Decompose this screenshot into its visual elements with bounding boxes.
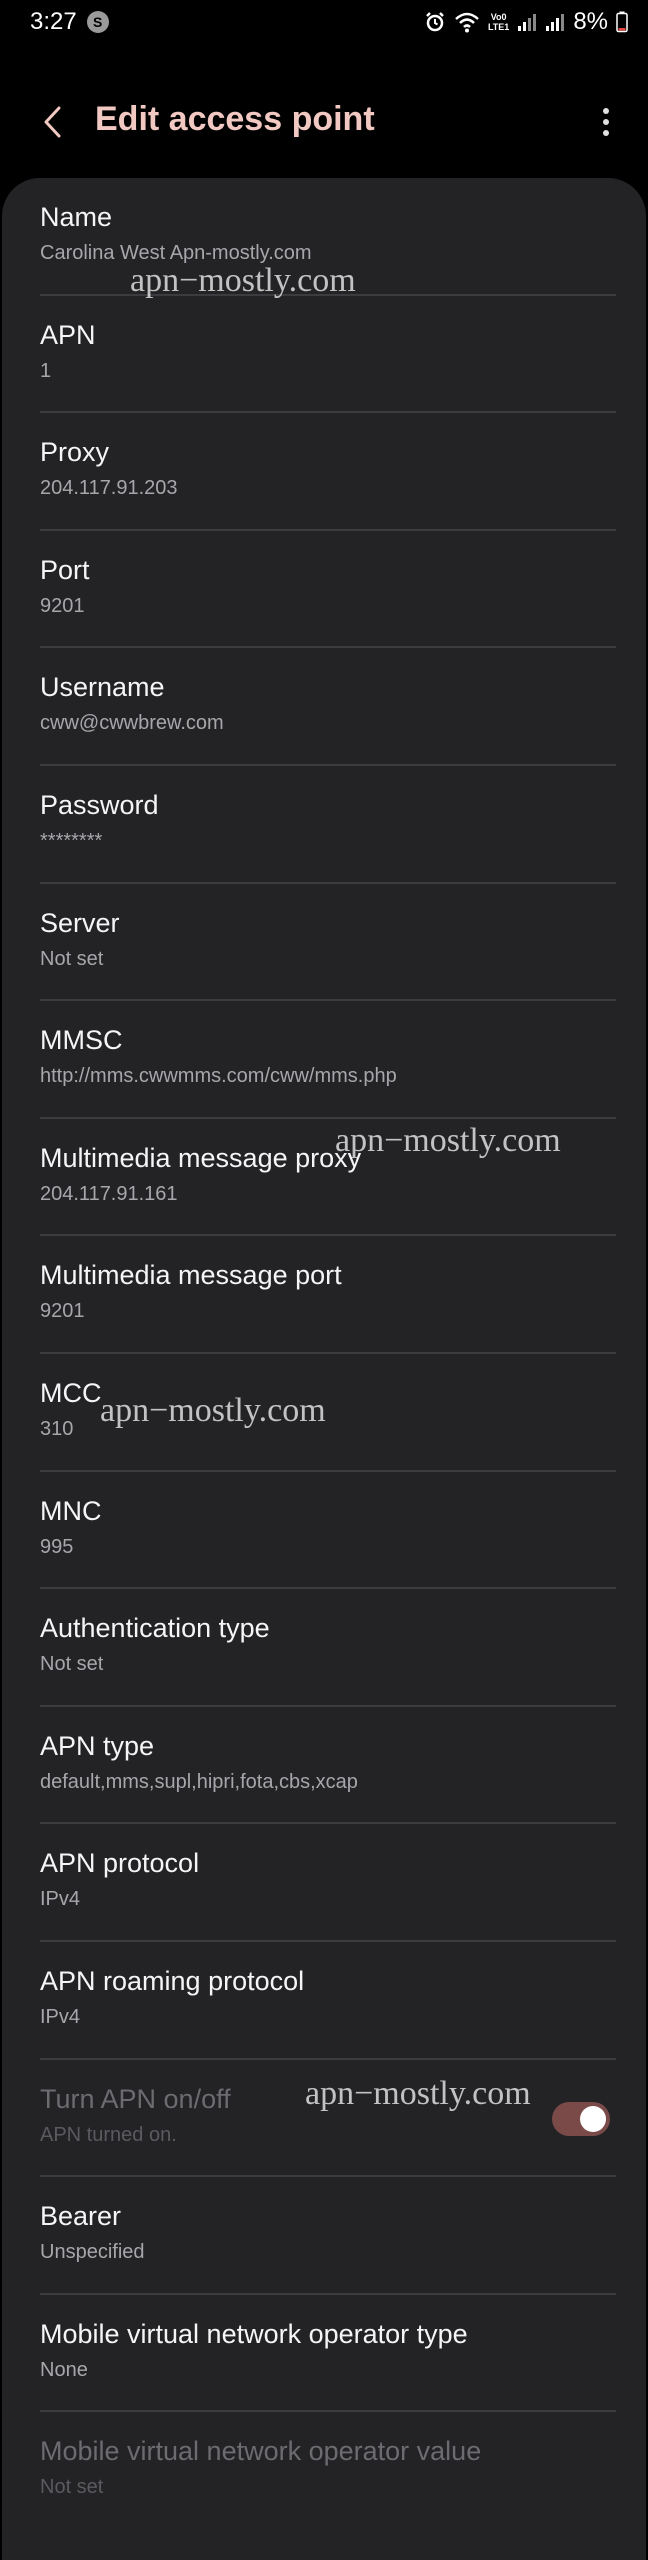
- setting-mms-port[interactable]: Multimedia message port 9201: [40, 1236, 616, 1354]
- setting-server[interactable]: Server Not set: [40, 884, 616, 1002]
- status-right: Vo0 LTE1 8%: [424, 8, 628, 36]
- setting-username[interactable]: Username cww@cwwbrew.com: [40, 648, 616, 766]
- setting-title: Turn APN on/off: [40, 2083, 231, 2114]
- signal-icon: [545, 12, 565, 32]
- setting-proxy[interactable]: Proxy 204.117.91.203: [40, 413, 616, 531]
- status-left: 3:27 S: [30, 8, 109, 36]
- signal-icon: [517, 12, 537, 32]
- setting-mvno-type[interactable]: Mobile virtual network operator type Non…: [40, 2295, 616, 2413]
- setting-value: Not set: [40, 1653, 104, 1676]
- setting-mvno-value[interactable]: Mobile virtual network operator value No…: [40, 2412, 616, 2530]
- setting-title: Multimedia message port: [40, 1260, 342, 1291]
- setting-mcc[interactable]: MCC 310: [40, 1354, 616, 1472]
- setting-title: Authentication type: [40, 1613, 270, 1644]
- setting-value: ********: [40, 830, 103, 852]
- setting-value: IPv4: [40, 2006, 81, 2028]
- setting-title: APN: [40, 319, 96, 350]
- setting-value: Carolina West Apn-mostly.com: [40, 242, 312, 264]
- setting-mmsc[interactable]: MMSC http://mms.cwwmms.com/cww/mms.php: [40, 1001, 616, 1119]
- apn-toggle-switch[interactable]: [552, 2101, 610, 2136]
- setting-title: Server: [40, 907, 120, 938]
- setting-value: APN turned on.: [40, 2123, 177, 2146]
- setting-title: MNC: [40, 1495, 102, 1526]
- setting-apn-type[interactable]: APN type default,mms,supl,hipri,fota,cbs…: [40, 1707, 616, 1825]
- page-title: Edit access point: [95, 100, 375, 138]
- setting-title: Name: [40, 202, 113, 232]
- setting-value: 204.117.91.203: [40, 477, 178, 500]
- back-button[interactable]: [30, 102, 74, 146]
- setting-value: IPv4: [40, 1888, 81, 1911]
- setting-title: Mobile virtual network operator type: [40, 2318, 468, 2349]
- setting-authentication-type[interactable]: Authentication type Not set: [40, 1589, 616, 1707]
- setting-title: APN protocol: [40, 1848, 200, 1879]
- volte-bottom: LTE1: [487, 22, 510, 32]
- status-time: 3:27: [30, 8, 77, 35]
- setting-value: None: [40, 2358, 88, 2381]
- battery-percent: 8%: [573, 8, 608, 35]
- setting-name[interactable]: Name Carolina West Apn-mostly.com: [40, 178, 616, 296]
- setting-title: Bearer: [40, 2201, 122, 2232]
- setting-turn-apn-on-off[interactable]: Turn APN on/off APN turned on.: [40, 2060, 616, 2178]
- volte-top: Vo0: [490, 12, 507, 22]
- setting-value: 9201: [40, 594, 85, 617]
- setting-value: 1: [40, 359, 52, 382]
- wifi-icon: [454, 11, 480, 33]
- toggle-knob: [580, 2105, 606, 2132]
- setting-title: Multimedia message proxy: [40, 1142, 362, 1173]
- setting-value: Unspecified: [40, 2241, 145, 2264]
- setting-bearer[interactable]: Bearer Unspecified: [40, 2177, 616, 2295]
- more-options-button[interactable]: [584, 100, 628, 148]
- setting-title: APN roaming protocol: [40, 1966, 305, 1996]
- notification-badge-icon: S: [86, 11, 109, 33]
- setting-apn-protocol[interactable]: APN protocol IPv4: [40, 1824, 616, 1942]
- setting-title: Password: [40, 790, 159, 820]
- setting-title: MCC: [40, 1378, 102, 1408]
- more-vertical-icon: [602, 107, 610, 142]
- setting-password[interactable]: Password ********: [40, 766, 616, 884]
- settings-card: Name Carolina West Apn-mostly.com APN 1 …: [2, 178, 646, 2560]
- setting-port[interactable]: Port 9201: [40, 531, 616, 649]
- setting-title: Port: [40, 554, 90, 585]
- setting-title: Mobile virtual network operator value: [40, 2436, 482, 2467]
- battery-icon: [616, 11, 628, 33]
- alarm-icon: [424, 11, 446, 33]
- setting-value: default,mms,supl,hipri,fota,cbs,xcap: [40, 1770, 358, 1793]
- setting-value: cww@cwwbrew.com: [40, 712, 224, 735]
- setting-title: Username: [40, 672, 165, 703]
- setting-value: Not set: [40, 947, 104, 970]
- setting-value: 9201: [40, 1300, 85, 1323]
- setting-title: Proxy: [40, 437, 110, 468]
- setting-apn[interactable]: APN 1: [40, 296, 616, 414]
- app-bar: Edit access point: [0, 84, 648, 160]
- setting-mnc[interactable]: MNC 995: [40, 1472, 616, 1590]
- setting-value: 310: [40, 1418, 74, 1440]
- setting-title: APN type: [40, 1730, 155, 1761]
- volte-label: Vo0 LTE1: [488, 12, 509, 32]
- status-bar: 3:27 S Vo0 LTE1 8%: [0, 0, 648, 44]
- chevron-left-icon: [41, 105, 63, 144]
- setting-value: 204.117.91.161: [40, 1182, 178, 1205]
- setting-value: http://mms.cwwmms.com/cww/mms.php: [40, 1065, 397, 1088]
- setting-apn-roaming-protocol[interactable]: APN roaming protocol IPv4: [40, 1942, 616, 2060]
- setting-value: Not set: [40, 2476, 104, 2499]
- setting-value: 995: [40, 1535, 74, 1558]
- setting-mms-proxy[interactable]: Multimedia message proxy 204.117.91.161: [40, 1119, 616, 1237]
- setting-title: MMSC: [40, 1025, 123, 1056]
